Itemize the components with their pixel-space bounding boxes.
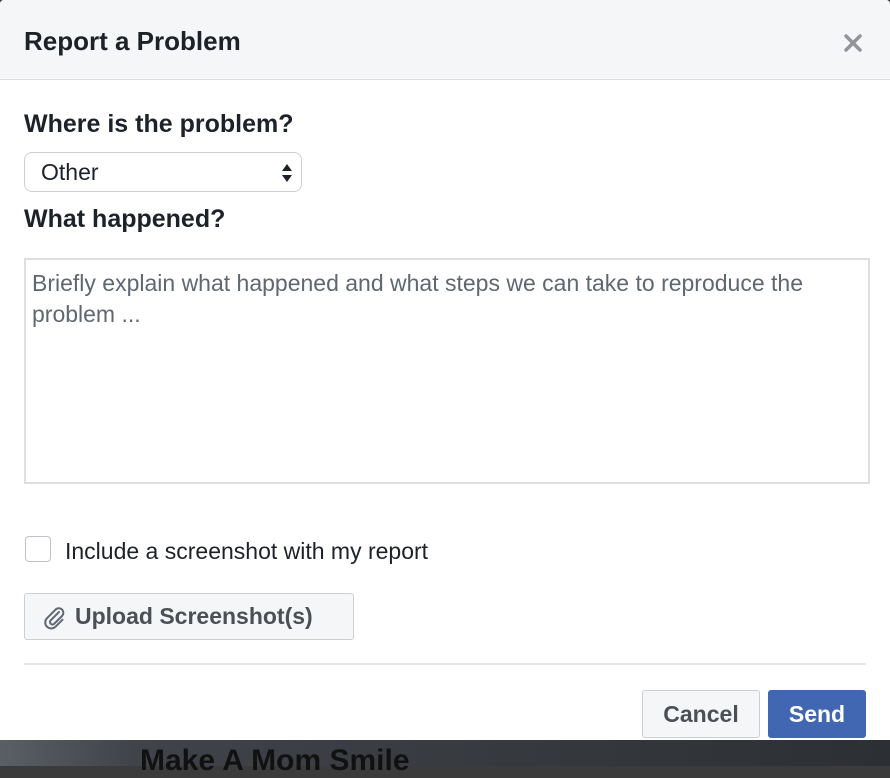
backdrop-post-title: Make A Mom Smile <box>140 744 410 777</box>
upload-screenshot-label: Upload Screenshot(s) <box>75 603 313 629</box>
send-button[interactable]: Send <box>768 690 866 738</box>
page-backdrop <box>0 740 890 766</box>
dialog-header: Report a Problem <box>0 0 890 80</box>
description-textarea[interactable]: Briefly explain what happened and what s… <box>24 258 870 484</box>
footer-divider <box>24 663 866 665</box>
what-happened-label: What happened? <box>24 205 226 233</box>
select-arrows-icon <box>282 164 292 182</box>
report-problem-dialog: Report a Problem Where is the problem? O… <box>0 0 890 740</box>
description-placeholder: Briefly explain what happened and what s… <box>32 270 803 327</box>
close-icon[interactable] <box>838 28 868 58</box>
select-value: Other <box>41 158 99 185</box>
include-screenshot-label[interactable]: Include a screenshot with my report <box>65 538 428 565</box>
paperclip-icon <box>44 606 65 629</box>
include-screenshot-checkbox[interactable] <box>25 536 51 562</box>
cancel-button[interactable]: Cancel <box>642 690 760 738</box>
problem-location-select[interactable]: Other <box>24 152 302 192</box>
dialog-title: Report a Problem <box>24 26 241 56</box>
upload-screenshot-button[interactable]: Upload Screenshot(s) <box>24 593 354 640</box>
where-label: Where is the problem? <box>24 110 294 138</box>
